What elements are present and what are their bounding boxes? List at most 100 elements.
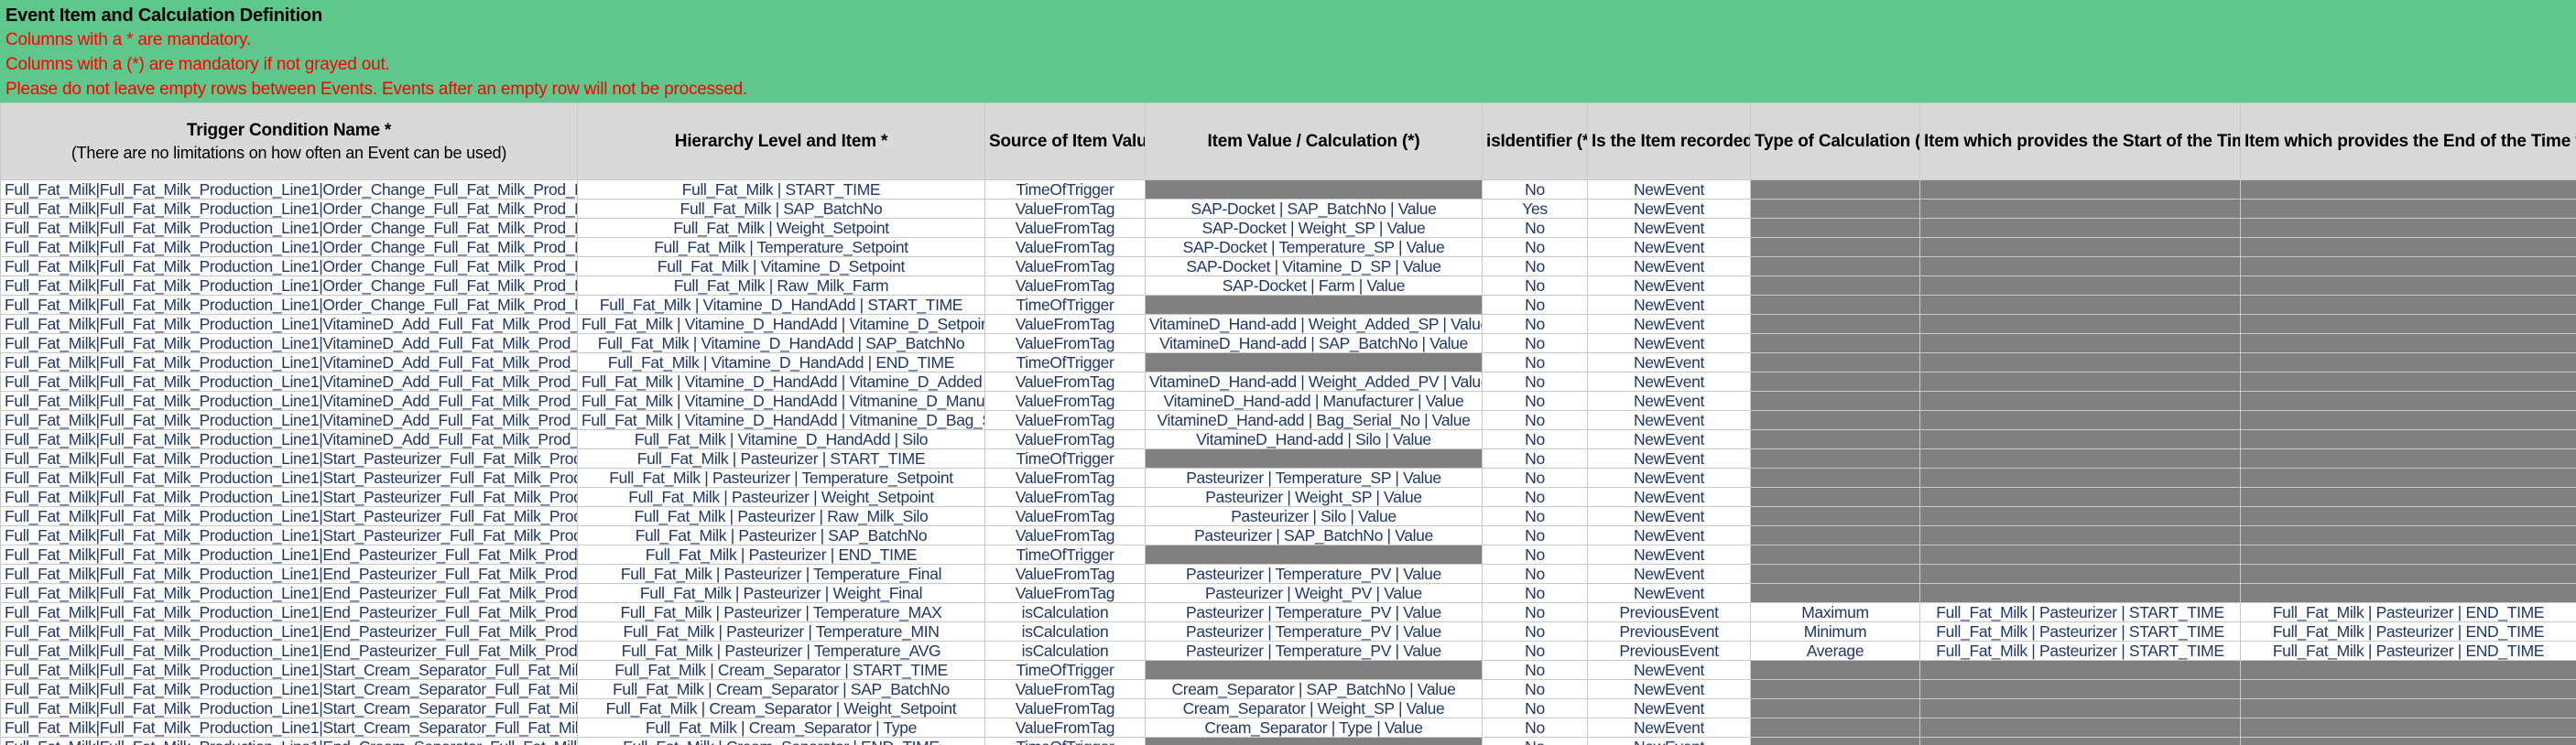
cell-timeframe-end-item[interactable] <box>2241 488 2576 507</box>
cell-isidentifier[interactable]: No <box>1483 738 1588 745</box>
cell-hierarchy-level-and-item[interactable]: Full_Fat_Milk | Vitamine_D_HandAdd | Vit… <box>578 315 985 334</box>
cell-item-value-calculation[interactable]: Pasteurizer | Temperature_PV | Value <box>1146 565 1483 584</box>
cell-source-of-item-value[interactable]: ValueFromTag <box>985 718 1146 738</box>
cell-type-of-calculation[interactable]: Maximum <box>1751 603 1920 622</box>
cell-trigger-condition-name[interactable]: Full_Fat_Milk|Full_Fat_Milk_Production_L… <box>1 661 578 680</box>
cell-hierarchy-level-and-item[interactable]: Full_Fat_Milk | Pasteurizer | Temperatur… <box>578 565 985 584</box>
cell-timeframe-end-item[interactable] <box>2241 565 2576 584</box>
cell-source-of-item-value[interactable]: ValueFromTag <box>985 276 1146 296</box>
cell-hierarchy-level-and-item[interactable]: Full_Fat_Milk | Pasteurizer | Temperatur… <box>578 603 985 622</box>
cell-item-value-calculation[interactable]: VitamineD_Hand-add | SAP_BatchNo | Value <box>1146 334 1483 353</box>
cell-trigger-condition-name[interactable]: Full_Fat_Milk|Full_Fat_Milk_Production_L… <box>1 622 578 642</box>
cell-recorded-for-event[interactable]: NewEvent <box>1588 276 1751 296</box>
cell-source-of-item-value[interactable]: TimeOfTrigger <box>985 545 1146 565</box>
cell-type-of-calculation[interactable] <box>1751 545 1920 565</box>
cell-timeframe-start-item[interactable] <box>1920 238 2241 257</box>
cell-type-of-calculation[interactable] <box>1751 449 1920 469</box>
cell-item-value-calculation[interactable]: VitamineD_Hand-add | Manufacturer | Valu… <box>1146 392 1483 411</box>
cell-timeframe-start-item[interactable] <box>1920 699 2241 718</box>
column-header-isidentifier[interactable]: isIdentifier (*) <box>1483 103 1588 180</box>
cell-timeframe-end-item[interactable] <box>2241 257 2576 276</box>
cell-recorded-for-event[interactable]: NewEvent <box>1588 430 1751 449</box>
cell-timeframe-start-item[interactable] <box>1920 469 2241 488</box>
cell-recorded-for-event[interactable]: NewEvent <box>1588 545 1751 565</box>
cell-type-of-calculation[interactable] <box>1751 430 1920 449</box>
cell-type-of-calculation[interactable] <box>1751 372 1920 392</box>
cell-hierarchy-level-and-item[interactable]: Full_Fat_Milk | Pasteurizer | START_TIME <box>578 449 985 469</box>
cell-source-of-item-value[interactable]: ValueFromTag <box>985 526 1146 545</box>
cell-trigger-condition-name[interactable]: Full_Fat_Milk|Full_Fat_Milk_Production_L… <box>1 219 578 238</box>
cell-recorded-for-event[interactable]: NewEvent <box>1588 565 1751 584</box>
cell-timeframe-end-item[interactable]: Full_Fat_Milk | Pasteurizer | END_TIME <box>2241 603 2576 622</box>
cell-recorded-for-event[interactable]: NewEvent <box>1588 584 1751 603</box>
cell-hierarchy-level-and-item[interactable]: Full_Fat_Milk | Temperature_Setpoint <box>578 238 985 257</box>
cell-type-of-calculation[interactable] <box>1751 661 1920 680</box>
cell-type-of-calculation[interactable] <box>1751 334 1920 353</box>
cell-item-value-calculation[interactable]: SAP-Docket | Vitamine_D_SP | Value <box>1146 257 1483 276</box>
cell-timeframe-start-item[interactable] <box>1920 488 2241 507</box>
column-header-recorded-for-event[interactable]: Is the Item recorded for the NewEvent or… <box>1588 103 1751 180</box>
cell-trigger-condition-name[interactable]: Full_Fat_Milk|Full_Fat_Milk_Production_L… <box>1 545 578 565</box>
cell-hierarchy-level-and-item[interactable]: Full_Fat_Milk | Cream_Separator | END_TI… <box>578 738 985 745</box>
cell-isidentifier[interactable]: No <box>1483 507 1588 526</box>
cell-isidentifier[interactable]: No <box>1483 180 1588 200</box>
cell-timeframe-end-item[interactable] <box>2241 315 2576 334</box>
cell-timeframe-end-item[interactable] <box>2241 392 2576 411</box>
cell-timeframe-end-item[interactable] <box>2241 238 2576 257</box>
cell-recorded-for-event[interactable]: NewEvent <box>1588 411 1751 430</box>
cell-source-of-item-value[interactable]: TimeOfTrigger <box>985 738 1146 745</box>
cell-item-value-calculation[interactable]: Cream_Separator | Weight_SP | Value <box>1146 699 1483 718</box>
cell-item-value-calculation[interactable]: Cream_Separator | SAP_BatchNo | Value <box>1146 680 1483 699</box>
cell-hierarchy-level-and-item[interactable]: Full_Fat_Milk | Vitamine_D_Setpoint <box>578 257 985 276</box>
cell-trigger-condition-name[interactable]: Full_Fat_Milk|Full_Fat_Milk_Production_L… <box>1 392 578 411</box>
cell-trigger-condition-name[interactable]: Full_Fat_Milk|Full_Fat_Milk_Production_L… <box>1 584 578 603</box>
cell-type-of-calculation[interactable] <box>1751 257 1920 276</box>
cell-item-value-calculation[interactable]: Pasteurizer | Temperature_PV | Value <box>1146 642 1483 661</box>
cell-timeframe-start-item[interactable] <box>1920 200 2241 219</box>
cell-timeframe-start-item[interactable] <box>1920 584 2241 603</box>
column-header-timeframe-start-item[interactable]: Item which provides the Start of the Tim… <box>1920 103 2241 180</box>
cell-timeframe-start-item[interactable] <box>1920 718 2241 738</box>
cell-item-value-calculation[interactable]: Pasteurizer | SAP_BatchNo | Value <box>1146 526 1483 545</box>
cell-trigger-condition-name[interactable]: Full_Fat_Milk|Full_Fat_Milk_Production_L… <box>1 449 578 469</box>
cell-item-value-calculation[interactable] <box>1146 180 1483 200</box>
cell-timeframe-end-item[interactable] <box>2241 276 2576 296</box>
cell-item-value-calculation[interactable]: VitamineD_Hand-add | Weight_Added_PV | V… <box>1146 372 1483 392</box>
cell-timeframe-start-item[interactable] <box>1920 430 2241 449</box>
cell-recorded-for-event[interactable]: NewEvent <box>1588 219 1751 238</box>
cell-recorded-for-event[interactable]: NewEvent <box>1588 296 1751 315</box>
cell-timeframe-start-item[interactable]: Full_Fat_Milk | Pasteurizer | START_TIME <box>1920 603 2241 622</box>
cell-isidentifier[interactable]: No <box>1483 488 1588 507</box>
cell-item-value-calculation[interactable]: Cream_Separator | Type | Value <box>1146 718 1483 738</box>
cell-source-of-item-value[interactable]: TimeOfTrigger <box>985 296 1146 315</box>
cell-source-of-item-value[interactable]: ValueFromTag <box>985 219 1146 238</box>
cell-timeframe-end-item[interactable] <box>2241 411 2576 430</box>
cell-recorded-for-event[interactable]: NewEvent <box>1588 738 1751 745</box>
cell-isidentifier[interactable]: No <box>1483 238 1588 257</box>
cell-trigger-condition-name[interactable]: Full_Fat_Milk|Full_Fat_Milk_Production_L… <box>1 372 578 392</box>
cell-item-value-calculation[interactable]: VitamineD_Hand-add | Bag_Serial_No | Val… <box>1146 411 1483 430</box>
cell-type-of-calculation[interactable] <box>1751 526 1920 545</box>
cell-recorded-for-event[interactable]: NewEvent <box>1588 507 1751 526</box>
cell-isidentifier[interactable]: No <box>1483 353 1588 372</box>
cell-timeframe-start-item[interactable] <box>1920 180 2241 200</box>
cell-timeframe-end-item[interactable] <box>2241 507 2576 526</box>
cell-isidentifier[interactable]: No <box>1483 257 1588 276</box>
cell-isidentifier[interactable]: No <box>1483 392 1588 411</box>
cell-trigger-condition-name[interactable]: Full_Fat_Milk|Full_Fat_Milk_Production_L… <box>1 411 578 430</box>
cell-timeframe-start-item[interactable] <box>1920 334 2241 353</box>
cell-timeframe-start-item[interactable] <box>1920 353 2241 372</box>
cell-timeframe-start-item[interactable] <box>1920 392 2241 411</box>
cell-trigger-condition-name[interactable]: Full_Fat_Milk|Full_Fat_Milk_Production_L… <box>1 699 578 718</box>
cell-isidentifier[interactable]: No <box>1483 296 1588 315</box>
cell-source-of-item-value[interactable]: isCalculation <box>985 642 1146 661</box>
cell-trigger-condition-name[interactable]: Full_Fat_Milk|Full_Fat_Milk_Production_L… <box>1 238 578 257</box>
cell-source-of-item-value[interactable]: ValueFromTag <box>985 334 1146 353</box>
cell-recorded-for-event[interactable]: NewEvent <box>1588 238 1751 257</box>
cell-type-of-calculation[interactable] <box>1751 488 1920 507</box>
cell-recorded-for-event[interactable]: NewEvent <box>1588 699 1751 718</box>
cell-hierarchy-level-and-item[interactable]: Full_Fat_Milk | Pasteurizer | Temperatur… <box>578 622 985 642</box>
cell-recorded-for-event[interactable]: NewEvent <box>1588 334 1751 353</box>
cell-type-of-calculation[interactable]: Average <box>1751 642 1920 661</box>
cell-source-of-item-value[interactable]: ValueFromTag <box>985 699 1146 718</box>
